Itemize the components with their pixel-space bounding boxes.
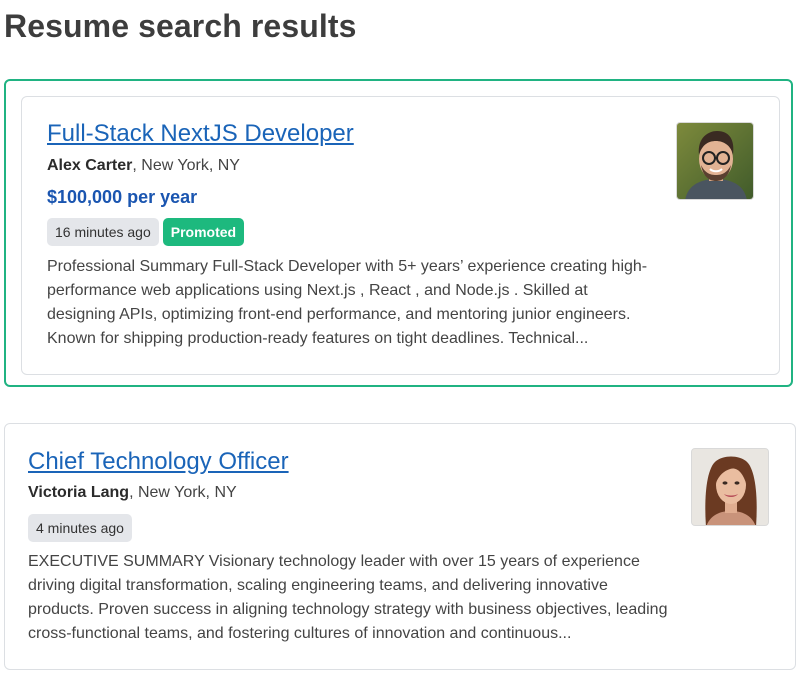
resume-summary: EXECUTIVE SUMMARY Visionary technology l… [28,553,668,642]
result-card[interactable]: Full-Stack NextJS Developer Alex Carter,… [21,96,780,375]
posted-time-badge: 16 minutes ago [47,218,159,246]
result-card[interactable]: Chief Technology Officer Victoria Lang, … [4,423,796,670]
promoted-badge: Promoted [162,218,245,246]
woman-portrait-photo-icon [692,449,768,525]
candidate-location: , New York, NY [132,157,240,174]
candidate-avatar [676,122,754,200]
candidate-name-location: Alex Carter, New York, NY [47,157,240,175]
promoted-result-highlight: Full-Stack NextJS Developer Alex Carter,… [4,79,793,387]
badge-row: 4 minutes ago [28,514,132,542]
man-portrait-photo-icon [677,123,753,199]
result-title-link[interactable]: Full-Stack NextJS Developer [47,120,354,148]
badge-row: 16 minutes ago Promoted [47,218,245,246]
result-title-link[interactable]: Chief Technology Officer [28,448,289,476]
candidate-avatar [691,448,769,526]
salary: $100,000 per year [47,187,198,207]
posted-time-badge: 4 minutes ago [28,514,132,542]
page-title: Resume search results [4,8,357,44]
candidate-name: Victoria Lang [28,484,130,501]
candidate-name-location: Victoria Lang, New York, NY [28,484,237,502]
candidate-location: , New York, NY [129,484,237,501]
candidate-name: Alex Carter [47,157,133,174]
resume-summary: Professional Summary Full-Stack Develope… [47,258,648,347]
